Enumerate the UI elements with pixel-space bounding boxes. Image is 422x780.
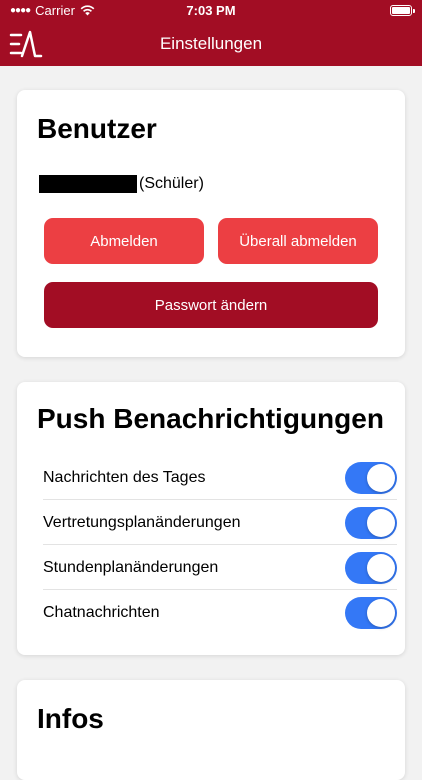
battery-icon	[390, 5, 415, 16]
push-row-substitution-changes: Vertretungsplanänderungen	[43, 500, 397, 545]
user-card: Benutzer (Schüler) Abmelden Überall abme…	[17, 90, 405, 357]
daily-messages-toggle[interactable]	[345, 461, 397, 494]
substitution-changes-toggle[interactable]	[345, 506, 397, 539]
change-password-button[interactable]: Passwort ändern	[44, 282, 378, 328]
logout-everywhere-button[interactable]: Überall abmelden	[218, 218, 378, 264]
redacted-username	[39, 175, 137, 193]
info-section-title: Infos	[37, 703, 104, 734]
logout-button[interactable]: Abmelden	[44, 218, 204, 264]
info-card: Infos	[17, 680, 405, 780]
push-row-label: Chatnachrichten	[43, 603, 160, 621]
push-section-title: Push Benachrichtigungen	[37, 403, 384, 434]
status-bar: ●●●● Carrier 7:03 PM	[0, 0, 422, 22]
push-row-label: Stundenplanänderungen	[43, 558, 219, 576]
push-notifications-card: Push Benachrichtigungen Nachrichten des …	[17, 382, 405, 655]
push-row-daily-messages: Nachrichten des Tages	[43, 455, 397, 500]
user-section-title: Benutzer	[37, 113, 157, 144]
navigation-bar: Einstellungen	[0, 22, 422, 66]
timetable-changes-toggle[interactable]	[345, 551, 397, 584]
page-title: Einstellungen	[159, 34, 263, 53]
push-row-timetable-changes: Stundenplanänderungen	[43, 545, 397, 590]
user-role: (Schüler)	[139, 175, 204, 192]
push-row-label: Nachrichten des Tages	[43, 468, 206, 486]
push-row-label: Vertretungsplanänderungen	[43, 513, 241, 531]
push-row-chat-messages: Chatnachrichten	[43, 590, 397, 635]
chat-messages-toggle[interactable]	[345, 596, 397, 629]
clock: 7:03 PM	[186, 3, 236, 18]
user-info: (Schüler)	[39, 175, 204, 193]
